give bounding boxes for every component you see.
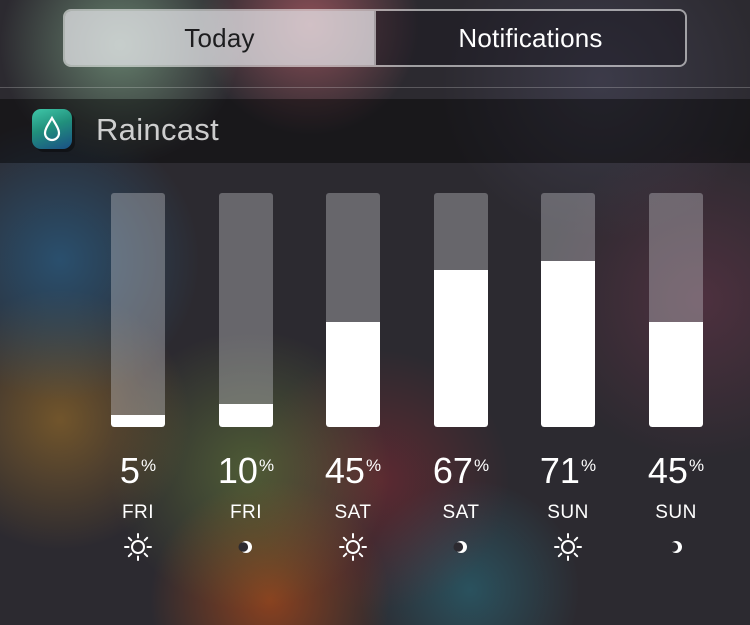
rain-bar <box>326 193 380 427</box>
rain-percent-value: 67 <box>432 450 473 491</box>
percent-symbol: % <box>140 456 157 475</box>
moon-icon <box>446 532 476 562</box>
day-label: FRI <box>229 502 263 523</box>
rain-percent-value: 45 <box>647 450 688 491</box>
rain-bar <box>649 193 703 427</box>
rain-bar-fill <box>111 415 165 427</box>
rain-percent: 67% <box>411 450 511 492</box>
rain-bar-fill <box>541 261 595 427</box>
rain-percent-value: 71 <box>539 450 580 491</box>
day-label: SUN <box>547 502 589 523</box>
percent-symbol: % <box>473 456 490 475</box>
percent-symbol: % <box>365 456 382 475</box>
rain-bar <box>111 193 165 427</box>
percent-symbol: % <box>580 456 597 475</box>
rain-percent: 45% <box>626 450 726 492</box>
rain-bar-fill <box>326 322 380 427</box>
moon-icon <box>231 532 261 562</box>
rain-bar-fill <box>434 270 488 427</box>
rain-percent: 5% <box>88 450 188 492</box>
percent-symbol: % <box>688 456 705 475</box>
rain-percent-value: 45 <box>324 450 365 491</box>
moon-icon <box>661 532 691 562</box>
forecast-chart: 5% FRI 10% FRI 45% SAT 67% SAT 71% SUN 45% SUN <box>0 0 750 625</box>
sun-icon <box>338 532 368 562</box>
rain-percent: 45% <box>303 450 403 492</box>
rain-bar <box>434 193 488 427</box>
day-label: FRI <box>121 502 155 523</box>
rain-percent-value: 10 <box>217 450 258 491</box>
rain-bar <box>541 193 595 427</box>
rain-bar-fill <box>219 404 273 427</box>
percent-symbol: % <box>258 456 275 475</box>
rain-bar <box>219 193 273 427</box>
sun-icon <box>553 532 583 562</box>
day-label: SAT <box>334 502 372 523</box>
sun-icon <box>123 532 153 562</box>
rain-bar-fill <box>649 322 703 427</box>
day-label: SUN <box>655 502 697 523</box>
rain-percent-value: 5 <box>119 450 140 491</box>
rain-percent: 10% <box>196 450 296 492</box>
rain-percent: 71% <box>518 450 618 492</box>
day-label: SAT <box>442 502 480 523</box>
